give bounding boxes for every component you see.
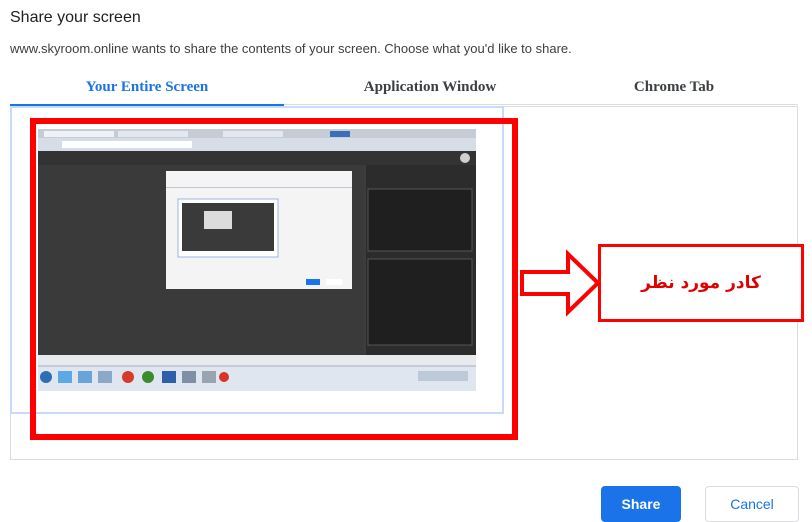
tab-your-entire-screen[interactable]: Your Entire Screen xyxy=(10,74,284,106)
share-button[interactable]: Share xyxy=(601,486,681,522)
annotation-callout: کادر مورد نظر xyxy=(598,244,804,322)
dialog-title: Share your screen xyxy=(10,9,141,26)
tab-bar: Your Entire Screen Application Window Ch… xyxy=(10,74,798,106)
arrow-right-icon xyxy=(520,249,601,317)
cancel-button[interactable]: Cancel xyxy=(705,486,799,522)
tab-application-window[interactable]: Application Window xyxy=(310,74,550,104)
dialog-description: www.skyroom.online wants to share the co… xyxy=(10,41,572,56)
screen-preview-image xyxy=(38,129,476,391)
tab-chrome-tab[interactable]: Chrome Tab xyxy=(550,74,798,104)
screen-thumbnail xyxy=(38,129,476,391)
